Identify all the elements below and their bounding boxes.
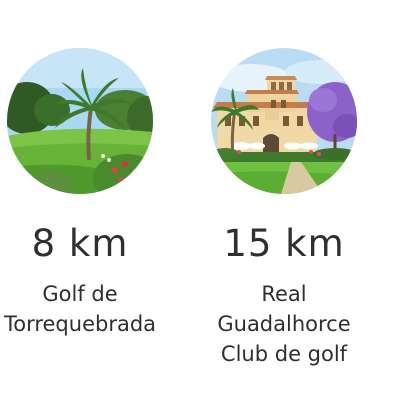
location-name: Golf de Torrequebrada [0,279,165,339]
location-name-line: Torrequebrada [3,312,157,336]
golf-course-palm-photo [7,48,153,194]
location-name-line: Real [261,282,307,306]
distance-label: 15 km [223,222,345,265]
distance-label: 8 km [31,222,129,265]
location-card-guadalhorce[interactable]: 15 km Real Guadalhorce Club de golf [199,0,369,420]
golf-clubhouse-photo [211,48,357,194]
location-name-line: Club de golf [220,342,348,366]
location-name-line: Golf de [42,282,118,306]
location-name: Real Guadalhorce Club de golf [199,279,369,369]
location-name-line: Guadalhorce [217,312,351,336]
location-card-torrequebrada[interactable]: 8 km Golf de Torrequebrada [0,0,165,420]
